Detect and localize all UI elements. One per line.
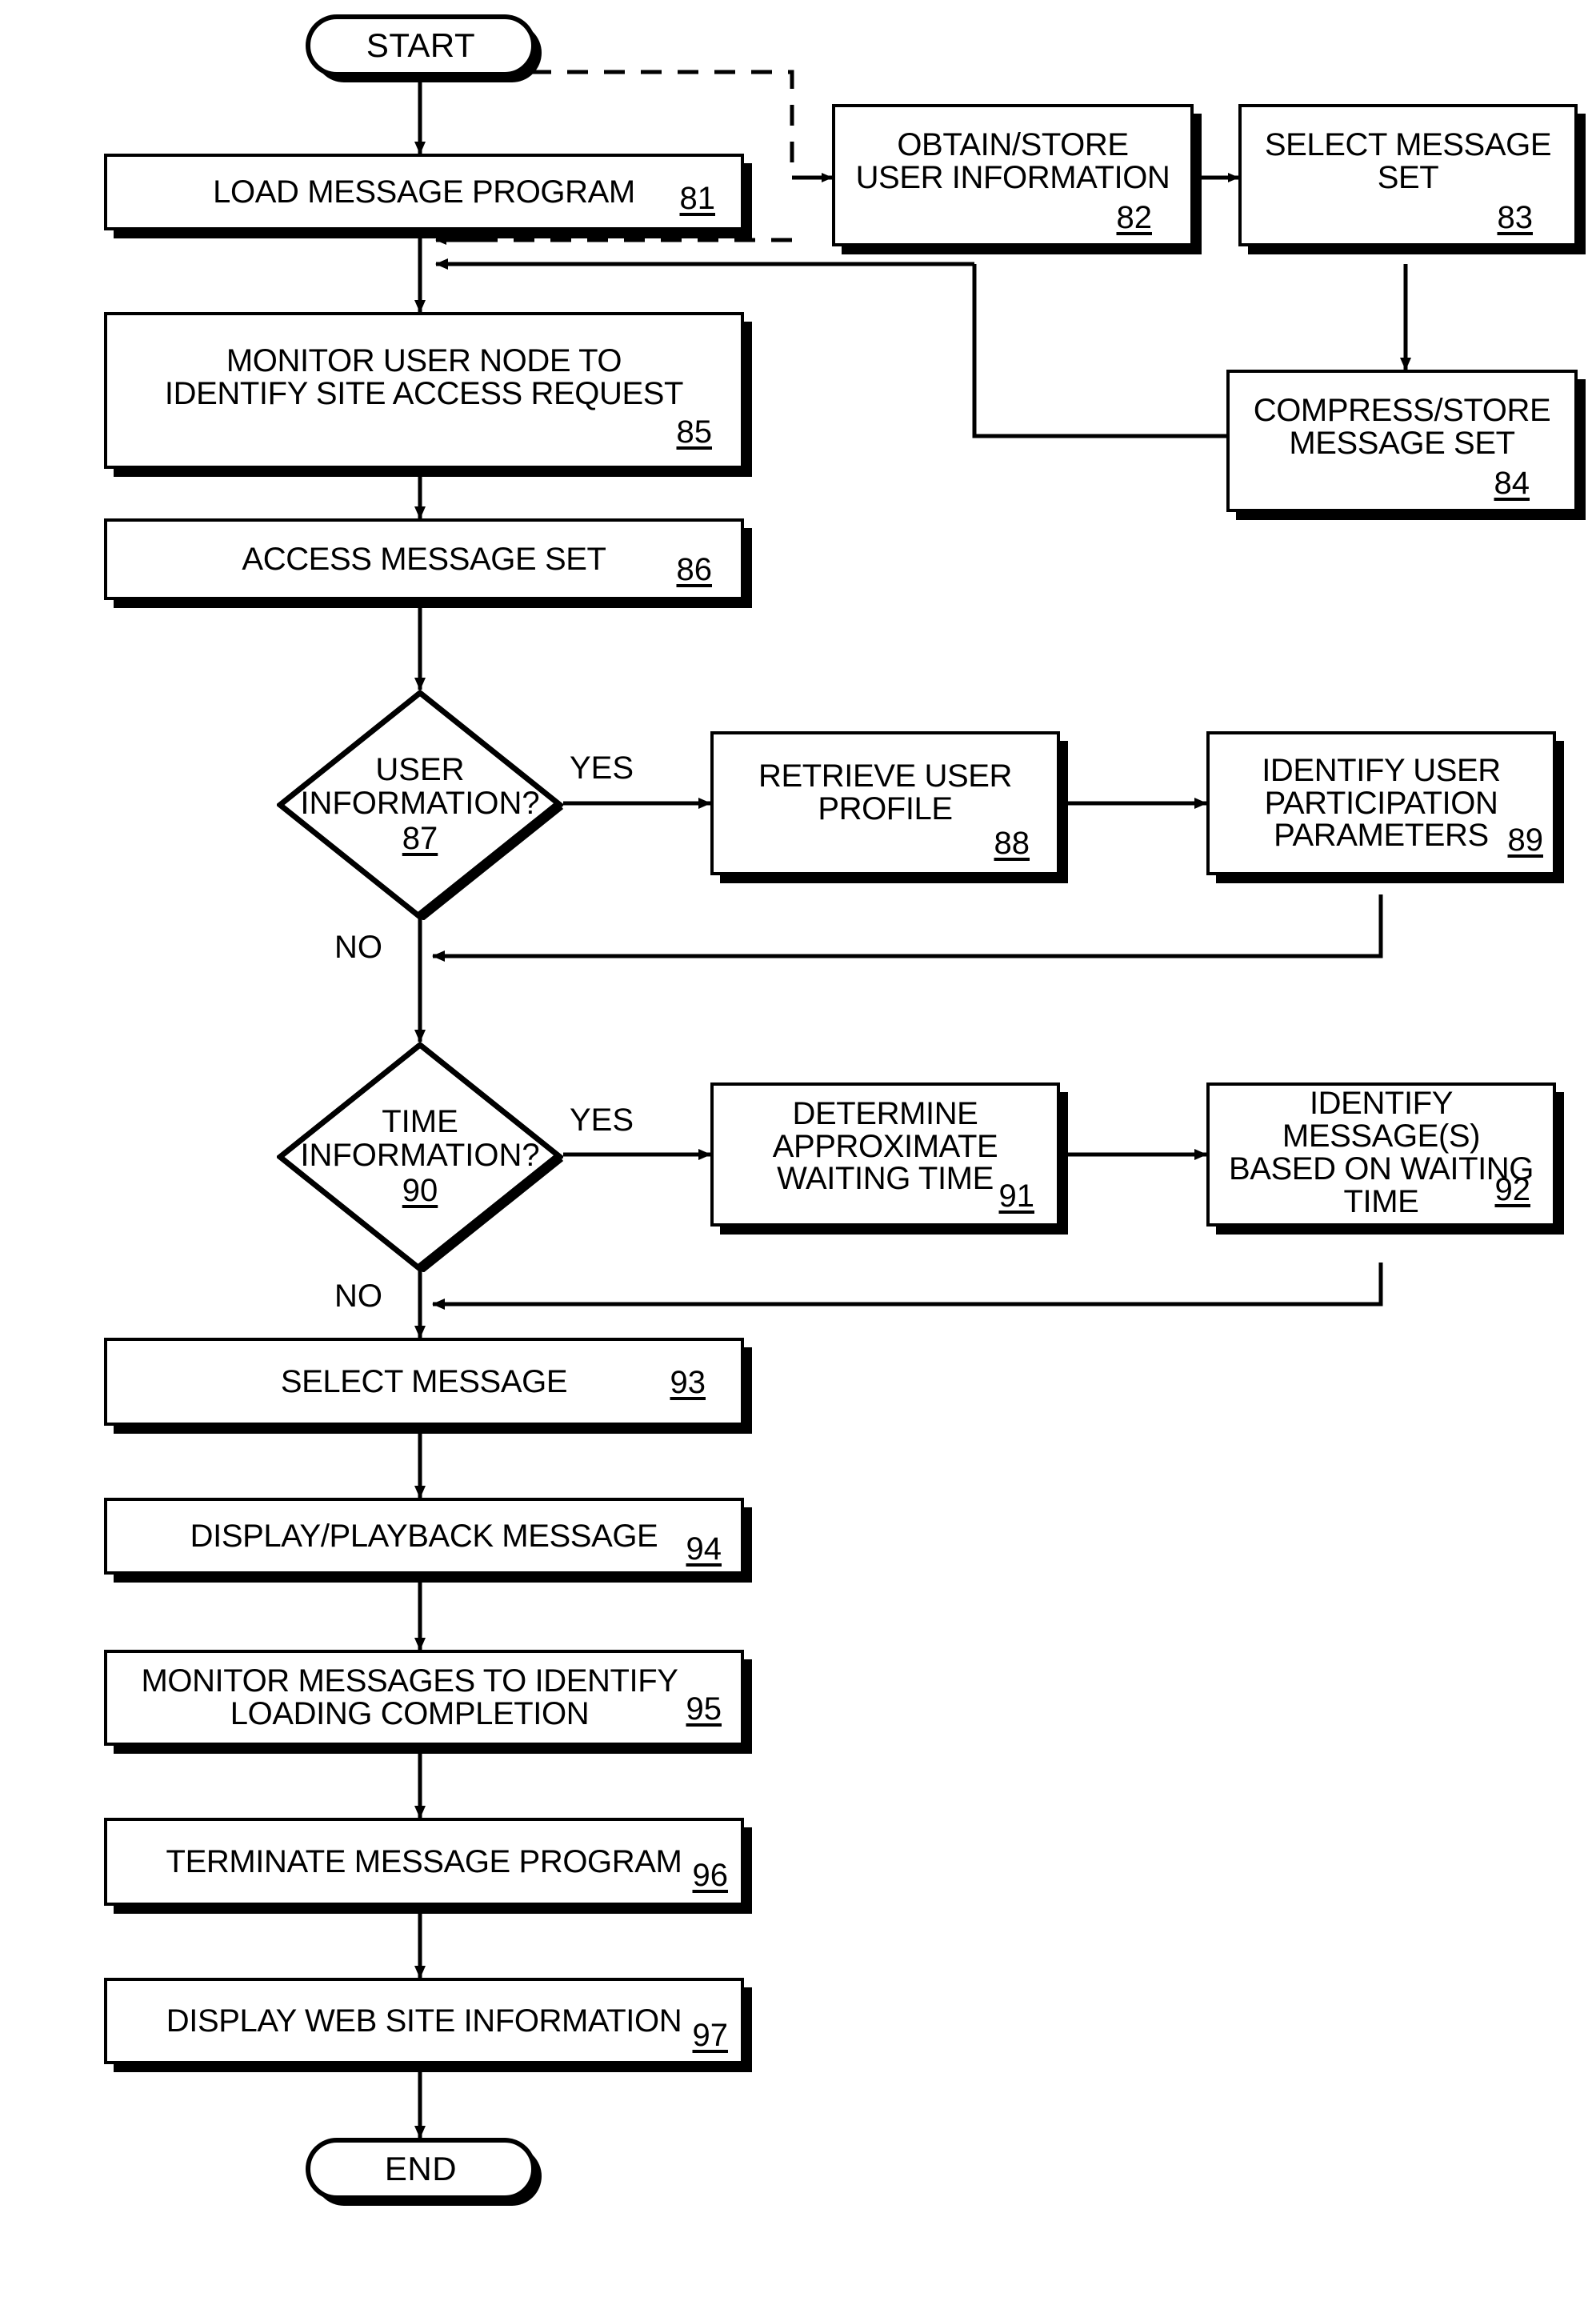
- decision-node-87[interactable]: USER INFORMATION? 87: [277, 690, 563, 920]
- process-node-93[interactable]: SELECT MESSAGE 93: [104, 1338, 744, 1426]
- process-node-95[interactable]: MONITOR MESSAGES TO IDENTIFY LOADING COM…: [104, 1650, 744, 1746]
- decision-node-90-label: TIME INFORMATION?: [300, 1104, 540, 1173]
- process-node-94[interactable]: DISPLAY/PLAYBACK MESSAGE 94: [104, 1498, 744, 1575]
- process-node-81-label: LOAD MESSAGE PROGRAM: [213, 174, 635, 210]
- process-node-91[interactable]: DETERMINE APPROXIMATE WAITING TIME 91: [710, 1082, 1060, 1227]
- process-node-92-ref: 92: [1494, 1172, 1531, 1207]
- edge-label-no-87: NO: [334, 930, 382, 965]
- process-node-91-ref: 91: [998, 1179, 1035, 1214]
- process-node-96[interactable]: TERMINATE MESSAGE PROGRAM 96: [104, 1818, 744, 1906]
- process-node-85-ref: 85: [676, 414, 713, 450]
- process-node-88[interactable]: RETRIEVE USER PROFILE 88: [710, 731, 1060, 875]
- edge-label-yes-90: YES: [570, 1102, 634, 1138]
- process-node-83[interactable]: SELECT MESSAGE SET 83: [1238, 104, 1578, 246]
- process-node-93-label: SELECT MESSAGE: [280, 1363, 568, 1399]
- terminator-end-label: END: [384, 2150, 458, 2187]
- process-node-86-ref: 86: [676, 552, 713, 587]
- process-node-94-label: DISPLAY/PLAYBACK MESSAGE: [190, 1518, 658, 1554]
- terminator-start-label: START: [366, 26, 476, 64]
- process-node-91-label: DETERMINE APPROXIMATE WAITING TIME: [772, 1095, 998, 1197]
- process-node-81[interactable]: LOAD MESSAGE PROGRAM 81: [104, 154, 744, 230]
- process-node-88-ref: 88: [994, 826, 1030, 861]
- process-node-96-ref: 96: [692, 1858, 729, 1893]
- terminator-start: START: [306, 14, 536, 77]
- process-node-97[interactable]: DISPLAY WEB SITE INFORMATION 97: [104, 1978, 744, 2064]
- process-node-84[interactable]: COMPRESS/STORE MESSAGE SET 84: [1226, 370, 1578, 512]
- flowchart-canvas: START END LOAD MESSAGE PROGRAM 81 OBTAIN…: [0, 0, 1596, 2301]
- process-node-82-ref: 82: [1116, 200, 1153, 235]
- process-node-92[interactable]: IDENTIFY MESSAGE(S) BASED ON WAITING TIM…: [1206, 1082, 1556, 1227]
- decision-node-90[interactable]: TIME INFORMATION? 90: [277, 1042, 563, 1272]
- process-node-85-label: MONITOR USER NODE TO IDENTIFY SITE ACCES…: [164, 343, 684, 411]
- process-node-93-ref: 93: [670, 1365, 706, 1400]
- decision-node-87-text: USER INFORMATION? 87: [277, 690, 563, 920]
- process-node-85[interactable]: MONITOR USER NODE TO IDENTIFY SITE ACCES…: [104, 312, 744, 469]
- decision-node-90-text: TIME INFORMATION? 90: [277, 1042, 563, 1272]
- process-node-86-label: ACCESS MESSAGE SET: [242, 541, 606, 577]
- process-node-89[interactable]: IDENTIFY USER PARTICIPATION PARAMETERS 8…: [1206, 731, 1556, 875]
- decision-node-90-ref: 90: [402, 1173, 438, 1209]
- process-node-89-label: IDENTIFY USER PARTICIPATION PARAMETERS: [1262, 752, 1501, 854]
- process-node-97-ref: 97: [692, 2018, 729, 2053]
- edge-label-no-90: NO: [334, 1279, 382, 1314]
- decision-node-87-ref: 87: [402, 821, 438, 857]
- process-node-95-ref: 95: [686, 1691, 722, 1727]
- decision-node-87-label: USER INFORMATION?: [300, 752, 540, 821]
- process-node-89-ref: 89: [1507, 822, 1544, 858]
- process-node-92-label: IDENTIFY MESSAGE(S) BASED ON WAITING TIM…: [1228, 1086, 1534, 1219]
- process-node-96-label: TERMINATE MESSAGE PROGRAM: [166, 1843, 682, 1879]
- process-node-82-label: OBTAIN/STORE USER INFORMATION: [855, 127, 1170, 195]
- process-node-83-label: SELECT MESSAGE SET: [1264, 127, 1552, 195]
- process-node-94-ref: 94: [686, 1531, 722, 1567]
- process-node-84-ref: 84: [1494, 466, 1530, 501]
- terminator-end: END: [306, 2138, 536, 2200]
- process-node-83-ref: 83: [1497, 200, 1534, 235]
- process-node-84-label: COMPRESS/STORE MESSAGE SET: [1253, 393, 1551, 461]
- process-node-86[interactable]: ACCESS MESSAGE SET 86: [104, 518, 744, 600]
- edge-label-yes-87: YES: [570, 750, 634, 786]
- process-node-95-label: MONITOR MESSAGES TO IDENTIFY LOADING COM…: [141, 1663, 678, 1731]
- process-node-97-label: DISPLAY WEB SITE INFORMATION: [166, 2003, 682, 2039]
- process-node-82[interactable]: OBTAIN/STORE USER INFORMATION 82: [832, 104, 1194, 246]
- process-node-81-ref: 81: [679, 181, 716, 216]
- process-node-88-label: RETRIEVE USER PROFILE: [758, 758, 1013, 826]
